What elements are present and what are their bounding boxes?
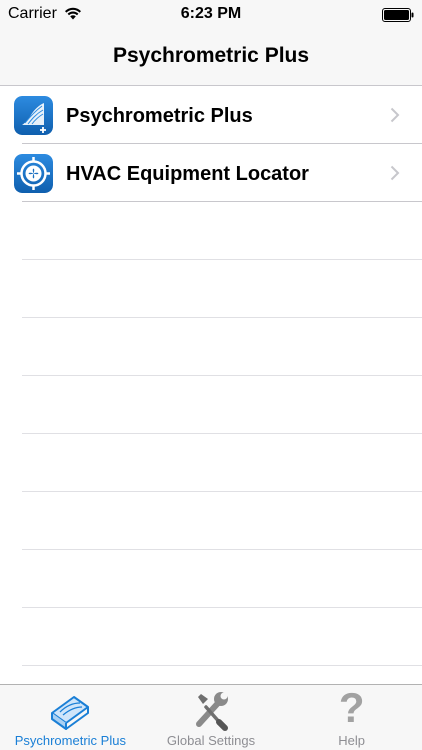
empty-row <box>0 434 422 492</box>
tab-global-settings[interactable]: Global Settings <box>141 685 282 750</box>
psychrometric-box-icon <box>51 696 90 730</box>
status-bar: Carrier 6:23 PM <box>0 0 422 30</box>
navigation-bar: Psychrometric Plus <box>0 30 422 86</box>
app-list: Psychrometric Plus HVAC Equipment Locato… <box>0 86 422 666</box>
empty-row <box>0 202 422 260</box>
battery-icon <box>382 8 414 22</box>
app-screen: Carrier 6:23 PM Psychrometric Plus Psych… <box>0 0 422 750</box>
empty-row <box>0 492 422 550</box>
list-item-hvac-equipment-locator[interactable]: HVAC Equipment Locator <box>0 144 422 202</box>
fan-locator-icon <box>14 154 53 193</box>
empty-row <box>0 260 422 318</box>
list-item-psychrometric-plus[interactable]: Psychrometric Plus <box>0 86 422 144</box>
empty-row <box>0 608 422 666</box>
empty-row <box>0 318 422 376</box>
tab-label: Psychrometric Plus <box>14 733 126 748</box>
question-mark-icon: ? <box>338 684 365 731</box>
empty-row <box>0 550 422 608</box>
tab-psychrometric-plus[interactable]: Psychrometric Plus <box>0 685 141 750</box>
tab-bar: Psychrometric Plus Global Settings ? Hel… <box>0 684 422 750</box>
tab-label: Global Settings <box>166 733 256 748</box>
list-item-label: HVAC Equipment Locator <box>66 163 309 185</box>
chevron-right-icon <box>390 165 400 181</box>
page-title: Psychrometric Plus <box>112 44 310 67</box>
list-item-label: Psychrometric Plus <box>66 105 253 127</box>
chevron-right-icon <box>390 107 400 123</box>
psychrometric-chart-icon <box>14 96 53 135</box>
tab-help[interactable]: ? Help <box>281 685 422 750</box>
empty-row <box>0 376 422 434</box>
tab-label: Help <box>338 733 366 748</box>
status-time: 6:23 PM <box>180 5 242 22</box>
wrench-screwdriver-icon <box>196 692 228 731</box>
